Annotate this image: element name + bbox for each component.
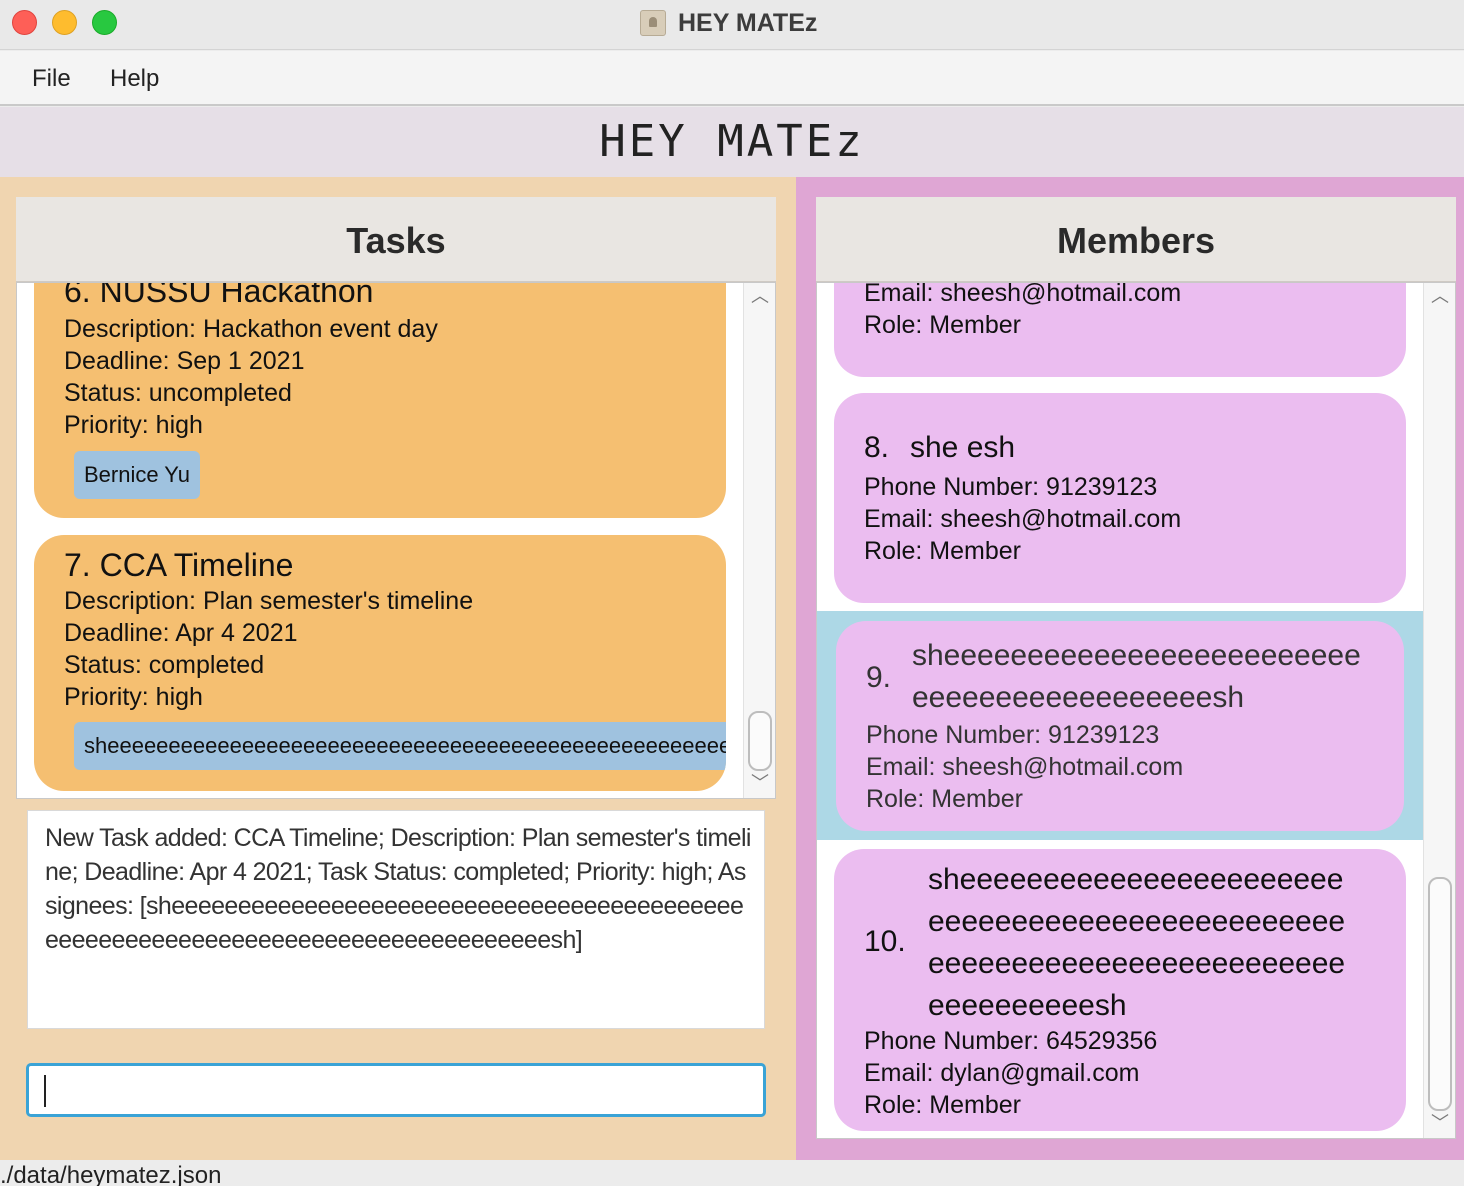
member-phone: Phone Number: 91239123 xyxy=(864,473,1158,501)
menu-help[interactable]: Help xyxy=(110,65,159,93)
member-name-line: eeeeeeeeeesh xyxy=(928,989,1127,1022)
task-priority: Priority: high xyxy=(64,411,203,439)
member-list-scrollbar[interactable]: ︿ ﹀ xyxy=(1423,283,1455,1138)
task-description: Description: Plan semester's timeline xyxy=(64,587,474,615)
result-display: New Task added: CCA Timeline; Descriptio… xyxy=(27,810,765,1029)
task-list[interactable]: 6. NUSSU Hackathon Description: Hackatho… xyxy=(16,282,776,799)
app-header: HEY MATEz xyxy=(0,107,1464,177)
task-description: Description: Hackathon event day xyxy=(64,315,438,343)
member-name-line: eeeeeeeeeeeeeeeeeeeeeeeee xyxy=(928,905,1346,938)
task-deadline: Deadline: Apr 4 2021 xyxy=(64,619,298,647)
minimize-window-button[interactable] xyxy=(52,10,77,35)
member-email: Email: sheesh@hotmail.com xyxy=(864,282,1182,307)
assignee-tag: Bernice Yu xyxy=(74,451,201,499)
scroll-down-icon[interactable]: ﹀ xyxy=(1424,1110,1455,1138)
scroll-up-icon[interactable]: ︿ xyxy=(744,283,775,311)
text-caret xyxy=(44,1075,46,1107)
member-phone: Phone Number: 91239123 xyxy=(866,721,1160,749)
member-phone: Phone Number: 64529356 xyxy=(864,1027,1158,1055)
window-title: HEY MATEz xyxy=(678,8,818,37)
members-panel-header: Members xyxy=(816,197,1456,282)
task-title: 7. CCA Timeline xyxy=(64,547,294,583)
window-title-group: HEY MATEz xyxy=(640,8,817,38)
task-card[interactable]: 7. CCA Timeline Description: Plan semest… xyxy=(34,535,726,791)
member-list-scroll-thumb[interactable] xyxy=(1428,877,1452,1111)
task-status: Status: completed xyxy=(64,651,265,679)
window-titlebar: HEY MATEz xyxy=(0,0,1464,50)
status-bar: ./data/heymatez.json xyxy=(0,1160,1464,1186)
member-index: 9. xyxy=(866,661,892,694)
member-email: Email: sheesh@hotmail.com xyxy=(866,753,1184,781)
member-role: Role: Member xyxy=(866,785,1023,813)
member-name-line: eeeeeeeeeeeeeeeeeesh xyxy=(912,681,1245,714)
menu-file[interactable]: File xyxy=(32,65,71,93)
member-list[interactable]: Email: sheesh@hotmail.com Role: Member 8… xyxy=(816,282,1456,1139)
task-title: 6. NUSSU Hackathon xyxy=(64,282,374,309)
maximize-window-button[interactable] xyxy=(92,10,117,35)
assignee-tag: sheeeeeeeeeeeeeeeeeeeeeeeeeeeeeeeeeeeeee… xyxy=(74,722,726,770)
task-card[interactable]: 6. NUSSU Hackathon Description: Hackatho… xyxy=(34,282,726,518)
member-name-line: sheeeeeeeeeeeeeeeeeeeeeee xyxy=(928,863,1344,896)
task-list-scrollbar[interactable]: ︿ ﹀ xyxy=(743,283,775,798)
member-card[interactable]: Email: sheesh@hotmail.com Role: Member xyxy=(834,282,1406,377)
task-priority: Priority: high xyxy=(64,683,203,711)
member-email: Email: sheesh@hotmail.com xyxy=(864,505,1182,533)
tasks-panel: Tasks 6. NUSSU Hackathon Description: Ha… xyxy=(0,177,796,1160)
save-location-path: ./data/heymatez.json xyxy=(0,1162,222,1186)
member-role: Role: Member xyxy=(864,311,1021,339)
member-index: 8. xyxy=(864,431,890,464)
menu-bar: File Help xyxy=(0,51,1464,106)
member-card-selected[interactable]: 9. sheeeeeeeeeeeeeeeeeeeeeeeee eeeeeeeee… xyxy=(836,621,1404,831)
app-header-title: HEY MATEz xyxy=(599,116,865,167)
result-text: New Task added: CCA Timeline; Descriptio… xyxy=(45,824,751,954)
member-card[interactable]: 8. she esh Phone Number: 91239123 Email:… xyxy=(834,393,1406,603)
member-email: Email: dylan@gmail.com xyxy=(864,1059,1140,1087)
member-index: 10. xyxy=(864,925,906,958)
members-panel: Members Email: sheesh@hotmail.com Role: … xyxy=(796,177,1464,1160)
app-icon xyxy=(640,10,666,36)
member-name: she esh xyxy=(910,431,1016,464)
tasks-panel-header: Tasks xyxy=(16,197,776,282)
member-role: Role: Member xyxy=(864,537,1021,565)
scroll-down-icon[interactable]: ﹀ xyxy=(744,770,775,798)
member-card[interactable]: 10. sheeeeeeeeeeeeeeeeeeeeeee eeeeeeeeee… xyxy=(834,849,1406,1131)
member-name-line: eeeeeeeeeeeeeeeeeeeeeeeee xyxy=(928,947,1346,980)
close-window-button[interactable] xyxy=(12,10,37,35)
member-name-line: sheeeeeeeeeeeeeeeeeeeeeeeee xyxy=(912,639,1361,672)
scroll-up-icon[interactable]: ︿ xyxy=(1424,283,1455,311)
task-deadline: Deadline: Sep 1 2021 xyxy=(64,347,305,375)
command-input[interactable] xyxy=(26,1063,766,1117)
task-status: Status: uncompleted xyxy=(64,379,292,407)
member-role: Role: Member xyxy=(864,1091,1021,1119)
task-list-scroll-thumb[interactable] xyxy=(748,711,772,771)
